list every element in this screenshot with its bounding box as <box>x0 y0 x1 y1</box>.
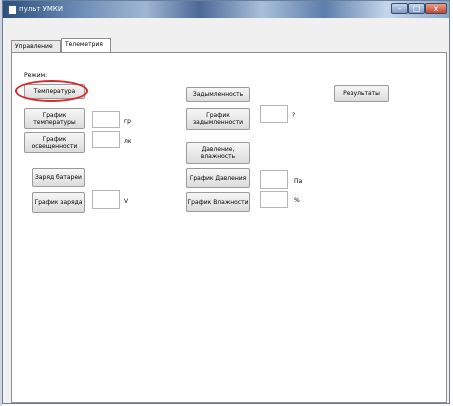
humidity-value-field[interactable] <box>260 191 288 208</box>
temperature-graph-button[interactable]: График температуры <box>24 108 85 129</box>
charge-value-field[interactable] <box>92 190 120 209</box>
window-title: пульт УМКИ <box>19 5 64 13</box>
smoke-graph-button[interactable]: График задымленности <box>186 108 250 130</box>
app-icon <box>8 5 17 15</box>
close-button[interactable]: x <box>425 3 447 14</box>
title-bar[interactable]: пульт УМКИ – □ x <box>3 1 449 18</box>
charge-unit: V <box>124 198 129 205</box>
temperature-button[interactable]: Температура <box>24 84 85 99</box>
smoke-button[interactable]: Задымленность <box>186 87 250 102</box>
mode-label: Режим: <box>24 72 48 79</box>
minimize-button[interactable]: – <box>391 3 408 14</box>
temperature-value-field[interactable] <box>92 111 120 128</box>
battery-charge-button[interactable]: Заряд батареи <box>32 168 85 187</box>
pressure-graph-button[interactable]: График Давления <box>186 168 250 188</box>
pressure-unit: Па <box>294 178 303 185</box>
tab-control[interactable]: Управление <box>11 40 61 52</box>
telemetry-panel <box>11 52 447 403</box>
light-unit: лк <box>124 138 132 145</box>
pressure-humidity-button[interactable]: Давление, влажность <box>186 142 250 164</box>
light-graph-button[interactable]: График освещенности <box>24 132 85 153</box>
pressure-value-field[interactable] <box>260 170 288 189</box>
humidity-unit: % <box>294 197 300 204</box>
smoke-unit: ? <box>292 112 296 119</box>
humidity-graph-button[interactable]: График Влажности <box>186 192 250 212</box>
tab-telemetry[interactable]: Телеметрия <box>61 38 111 52</box>
temperature-unit: гр <box>124 118 131 125</box>
maximize-button[interactable]: □ <box>408 3 425 14</box>
smoke-value-field[interactable] <box>260 105 288 123</box>
light-value-field[interactable] <box>92 131 120 148</box>
results-button[interactable]: Результаты <box>334 85 389 102</box>
charge-graph-button[interactable]: График заряда <box>32 192 85 213</box>
